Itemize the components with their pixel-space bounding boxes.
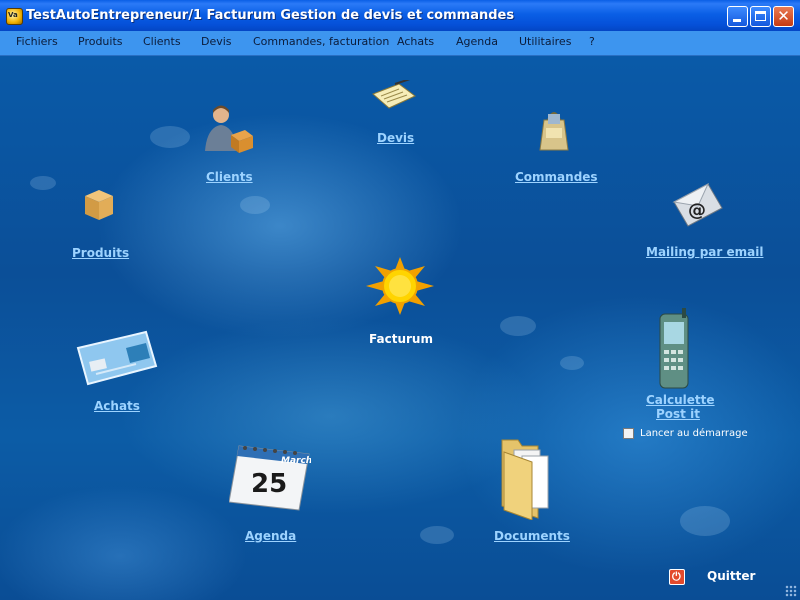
menu-produits[interactable]: Produits [78,35,123,48]
menu-fichiers[interactable]: Fichiers [16,35,58,48]
agenda-calendar-icon[interactable]: March 25 [229,440,311,512]
app-icon[interactable]: Va [6,8,23,25]
lancer-demarrage-label: Lancer au démarrage [640,428,748,439]
close-icon: ✕ [777,7,790,25]
facturum-label: Facturum [369,332,433,346]
app-icon-text: Va [8,11,18,19]
background-bokeh [420,526,454,544]
at-symbol: @ [688,200,706,221]
menu-devis[interactable]: Devis [201,35,232,48]
background-bokeh [680,506,730,536]
mailing-link[interactable]: Mailing par email [646,245,763,259]
background-bokeh [500,316,536,336]
commandes-link[interactable]: Commandes [515,170,598,184]
produits-link[interactable]: Produits [72,246,129,260]
agenda-link[interactable]: Agenda [245,529,296,543]
lancer-demarrage-checkbox[interactable] [623,428,634,439]
menu-commandes-facturation[interactable]: Commandes, facturation [253,35,389,48]
achats-card-icon[interactable] [76,330,158,386]
maximize-button[interactable] [750,6,771,27]
calculette-link[interactable]: Calculette [646,393,715,407]
devis-notepad-icon[interactable] [369,80,419,112]
menu-agenda[interactable]: Agenda [456,35,498,48]
title-bar[interactable]: Va TestAutoEntrepreneur/1 Facturum Gesti… [0,0,800,31]
minimize-button[interactable] [727,6,748,27]
background-bokeh [560,356,584,370]
app-window: Va TestAutoEntrepreneur/1 Facturum Gesti… [0,0,800,600]
power-icon: ⏻ [672,570,681,583]
agenda-day-text: 25 [251,469,287,499]
background-bokeh [240,196,270,214]
documents-folder-icon[interactable] [498,436,558,520]
agenda-month-text: March [281,456,311,466]
calculette-phone-icon[interactable] [656,308,696,390]
postit-link[interactable]: Post it [656,407,700,421]
maximize-icon [755,11,766,21]
documents-link[interactable]: Documents [494,529,570,543]
clients-link[interactable]: Clients [206,170,253,184]
devis-link[interactable]: Devis [377,131,414,145]
quitter-button[interactable]: Quitter [707,569,755,583]
commandes-bag-icon[interactable] [536,104,572,154]
window-title: TestAutoEntrepreneur/1 Facturum Gestion … [26,8,515,23]
menu-utilitaires[interactable]: Utilitaires [519,35,571,48]
resize-grip[interactable] [785,585,797,597]
menu-bar: Fichiers Produits Clients Devis Commande… [0,31,800,56]
quitter-power-icon[interactable]: ⏻ [669,569,685,585]
background-bokeh [30,176,56,190]
minimize-icon [733,19,741,22]
menu-clients[interactable]: Clients [143,35,181,48]
background-bokeh [150,126,190,148]
clients-person-icon[interactable] [203,103,255,155]
close-button[interactable]: ✕ [773,6,794,27]
facturum-sun-icon[interactable] [363,256,437,318]
menu-help[interactable]: ? [589,35,595,48]
achats-link[interactable]: Achats [94,399,140,413]
produits-box-icon[interactable] [83,188,115,222]
menu-achats[interactable]: Achats [397,35,434,48]
mailing-email-icon[interactable]: @ [672,182,724,228]
